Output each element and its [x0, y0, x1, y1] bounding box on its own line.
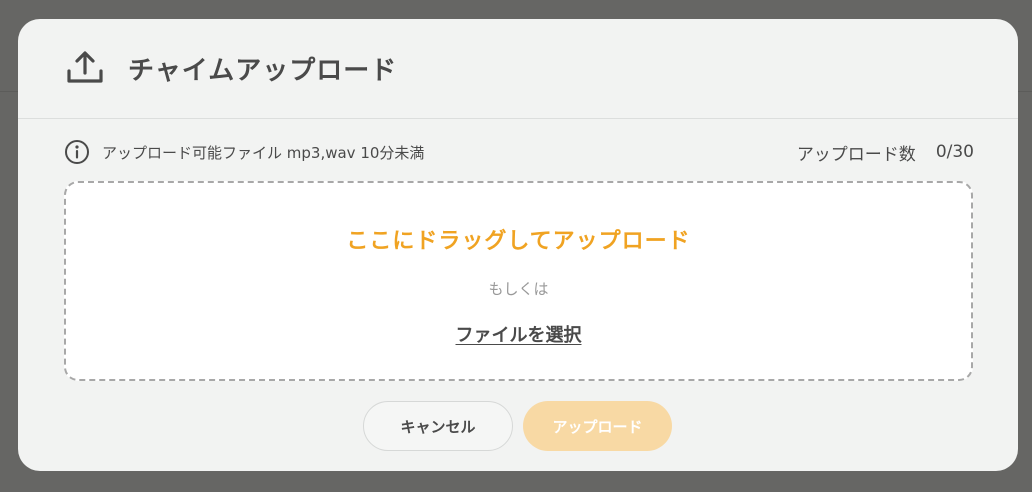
upload-count: アップロード数 0/30 [797, 140, 974, 165]
file-dropzone[interactable]: ここにドラッグしてアップロード もしくは ファイルを選択 [64, 181, 973, 381]
upload-button[interactable]: アップロード [523, 401, 672, 451]
upload-info-row: アップロード可能ファイル mp3,wav 10分未満 アップロード数 0/30 [64, 138, 974, 166]
upload-count-value: 0/30 [935, 142, 974, 162]
dialog-title: チャイムアップロード [128, 56, 398, 86]
cancel-button[interactable]: キャンセル [363, 401, 513, 451]
info-circle-icon [65, 140, 89, 164]
dialog-header: チャイムアップロード [18, 19, 1018, 119]
upload-icon [67, 50, 103, 83]
upload-requirements-text: アップロード可能ファイル mp3,wav 10分未満 [102, 143, 425, 162]
dropzone-title: ここにドラッグしてアップロード [346, 229, 691, 254]
dropzone-or-text: もしくは [488, 280, 549, 298]
dropzone-select-wrapper: ファイルを選択 [66, 321, 971, 347]
upload-count-label: アップロード数 [796, 144, 916, 165]
chime-upload-dialog: チャイムアップロード アップロード可能ファイル mp3,wav 10分未満 アッ… [18, 19, 1018, 471]
upload-requirements: アップロード可能ファイル mp3,wav 10分未満 [64, 139, 424, 165]
select-file-link[interactable]: ファイルを選択 [456, 325, 582, 346]
